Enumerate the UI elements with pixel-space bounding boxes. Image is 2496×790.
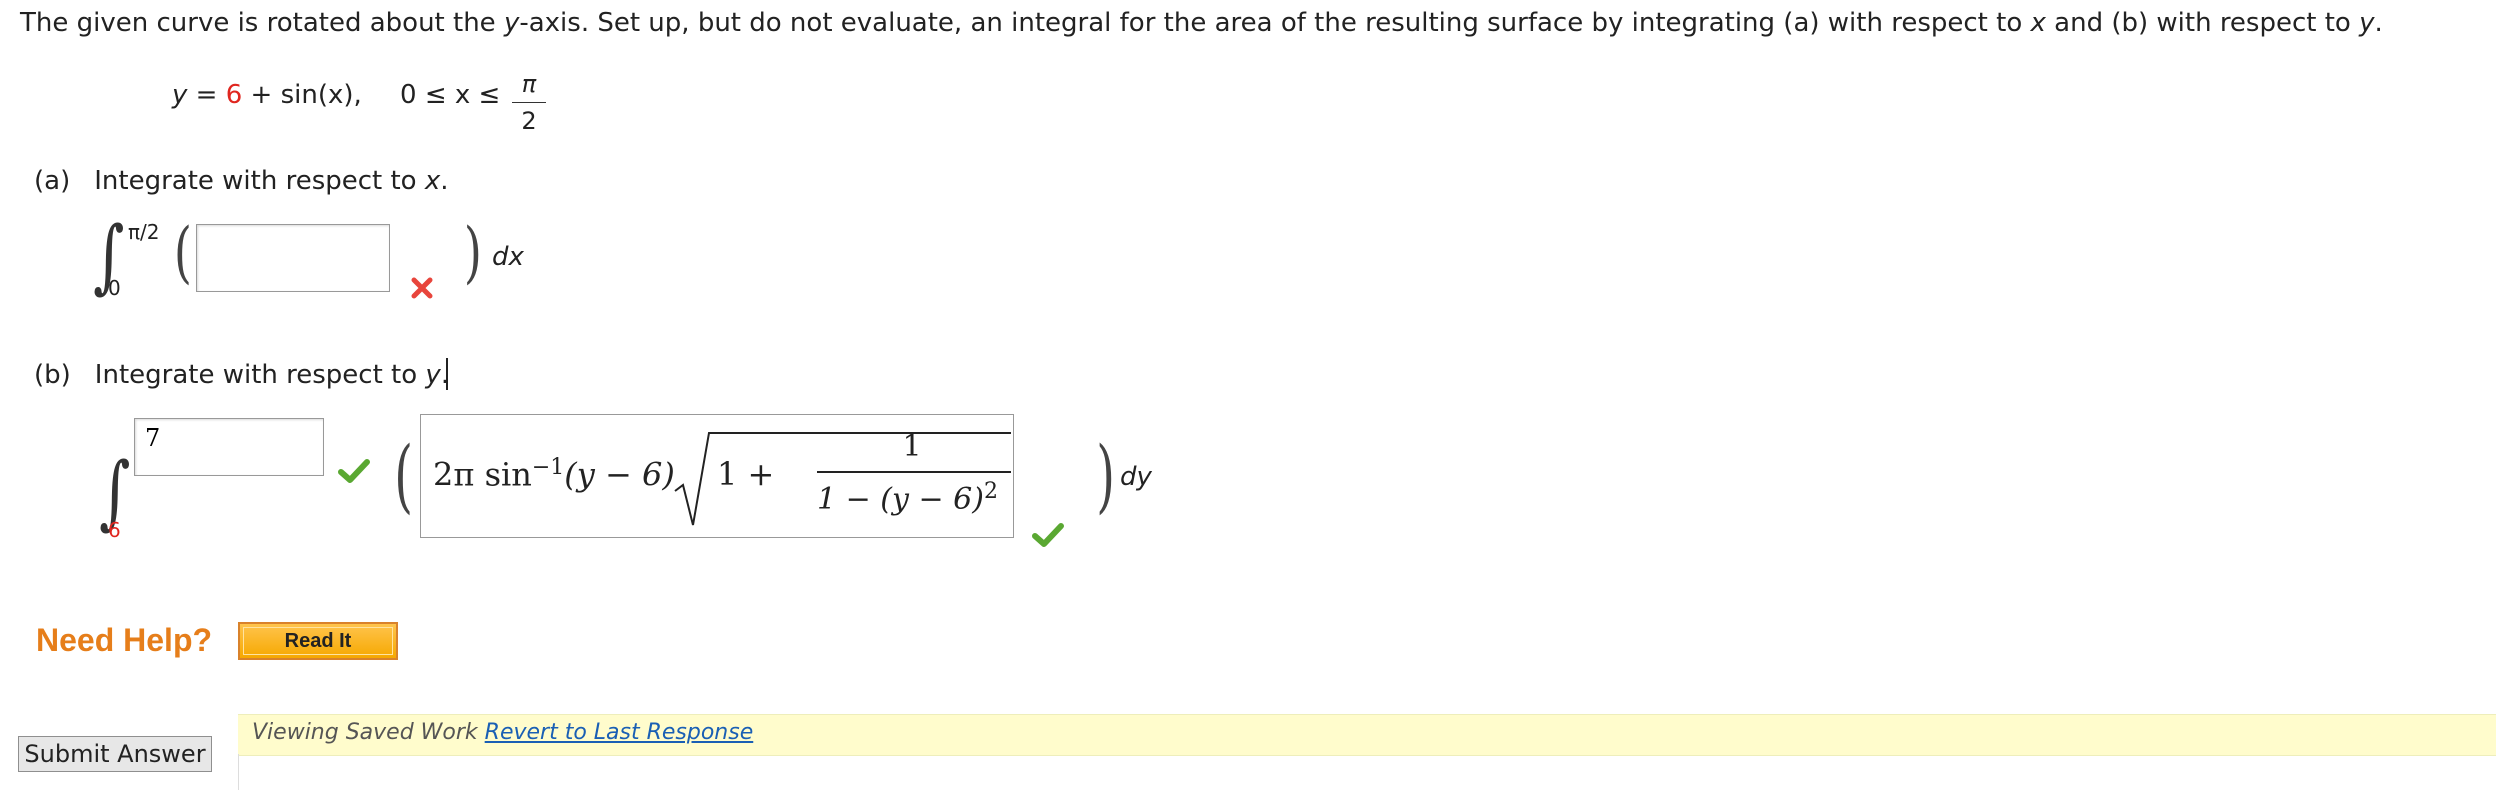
part-a-prompt: Integrate with respect to bbox=[94, 166, 425, 196]
inner-frac-bar bbox=[817, 471, 1011, 473]
part-b-heading: (b) Integrate with respect to y. bbox=[34, 362, 449, 388]
integrand-input-a[interactable] bbox=[196, 224, 390, 292]
eq-constant: 6 bbox=[225, 80, 243, 110]
incorrect-x-icon bbox=[410, 276, 434, 300]
inner-frac-num: 1 bbox=[902, 429, 922, 464]
lower-limit-b: 6 bbox=[108, 518, 121, 542]
part-b-label: (b) bbox=[34, 360, 71, 390]
question-part-4: . bbox=[2374, 8, 2383, 38]
sqrt-one-plus: 1 + bbox=[717, 455, 775, 493]
question-y-var: y bbox=[503, 8, 520, 38]
eq-equals: = bbox=[187, 80, 226, 110]
domain-fraction: π 2 bbox=[512, 70, 546, 135]
part-a-label: (a) bbox=[34, 166, 71, 196]
right-paren-b: ) bbox=[1096, 429, 1115, 522]
saved-work-text: Viewing Saved Work Revert to Last Respon… bbox=[252, 720, 753, 745]
part-a-heading: (a) Integrate with respect to x. bbox=[34, 168, 449, 194]
fraction-denominator: 2 bbox=[521, 107, 537, 135]
submit-answer-button[interactable]: Submit Answer bbox=[18, 736, 212, 772]
inner-frac-den: 1 − (y − 6)2 bbox=[817, 479, 998, 517]
right-paren-a: ) bbox=[463, 214, 482, 291]
lower-limit-a: 0 bbox=[108, 276, 121, 300]
part-a-var: x bbox=[424, 166, 441, 196]
text-cursor bbox=[446, 358, 448, 390]
upper-limit-a: π/2 bbox=[128, 220, 160, 244]
eq-rhs: + sin(x), bbox=[242, 80, 362, 110]
eq-lhs: y bbox=[172, 80, 188, 110]
question-text: The given curve is rotated about the y-a… bbox=[20, 10, 2383, 36]
integrand-check-icon bbox=[1032, 522, 1064, 548]
fraction-numerator: π bbox=[521, 70, 537, 98]
read-it-button[interactable]: Read It bbox=[238, 622, 398, 660]
read-it-label: Read It bbox=[284, 629, 352, 652]
question-part-1: The given curve is rotated about the bbox=[20, 8, 504, 38]
part-a-period: . bbox=[440, 166, 449, 196]
differential-a: dx bbox=[492, 242, 524, 272]
question-x-var: x bbox=[2030, 8, 2046, 38]
part-b-prompt: Integrate with respect to bbox=[94, 360, 426, 390]
need-help-label: Need Help? bbox=[36, 622, 213, 658]
question-part-2: -axis. Set up, but do not evaluate, an i… bbox=[519, 8, 2031, 38]
den-exponent: 2 bbox=[983, 479, 998, 504]
integrand-arg: (y − 6) bbox=[564, 455, 675, 494]
left-paren-a: ( bbox=[173, 214, 192, 291]
integrand-field-b[interactable]: 2π sin−1(y − 6) 1 + 1 1 − (y − 6)2 bbox=[420, 414, 1014, 538]
question-part-3: and (b) with respect to bbox=[2045, 8, 2360, 38]
upper-limit-input-b[interactable] bbox=[134, 418, 324, 476]
inverse-exponent: −1 bbox=[531, 455, 565, 480]
part-b-var: y bbox=[425, 360, 441, 390]
left-paren-b: ( bbox=[394, 429, 413, 522]
upper-limit-check-icon bbox=[338, 458, 370, 484]
differential-b: dy bbox=[1120, 462, 1152, 492]
saved-work-divider bbox=[238, 754, 239, 790]
saved-work-label: Viewing Saved Work bbox=[252, 720, 485, 745]
eq-domain: 0 ≤ x ≤ bbox=[400, 80, 501, 110]
revert-link[interactable]: Revert to Last Response bbox=[485, 720, 754, 745]
curve-equation: y = 6 + sin(x), 0 ≤ x ≤ bbox=[172, 82, 500, 108]
fraction-bar bbox=[512, 102, 546, 103]
integrand-coef: 2π sin−1(y − 6) bbox=[433, 455, 675, 494]
question-y-var-2: y bbox=[2359, 8, 2375, 38]
